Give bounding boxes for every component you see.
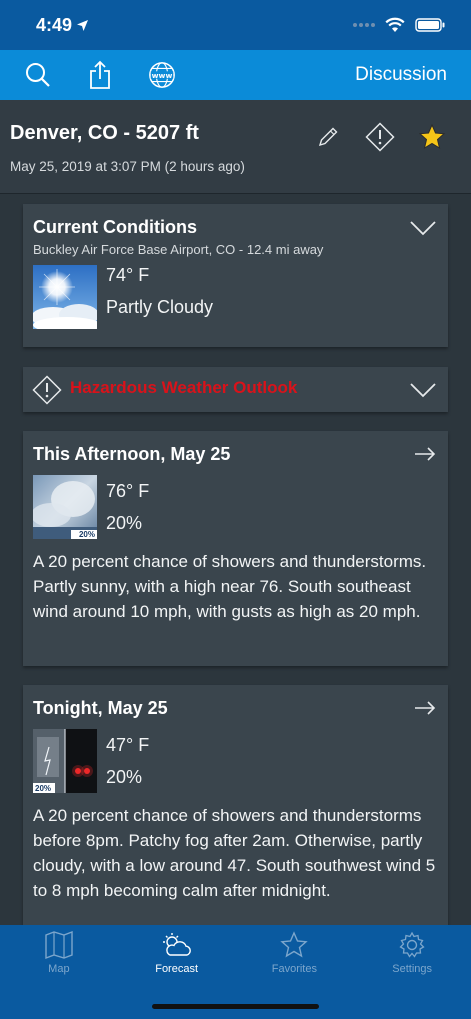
forecast-icon [162,933,191,956]
alerts-button[interactable] [365,122,395,152]
forecast-temperature: 47° F [106,735,150,755]
star-icon [280,931,309,958]
observation-station: Buckley Air Force Base Airport, CO - 12.… [33,242,324,257]
chevron-down-icon[interactable] [410,220,436,236]
forecast-weather-values: 47° F 20% [106,729,149,793]
svg-text:www: www [152,71,173,80]
tab-bar: Map Forecast Favorites Settings [0,925,471,981]
tab-label: Favorites [271,963,317,975]
battery-icon [415,18,445,32]
forecast-content[interactable]: Current Conditions Buckley Air Force Bas… [0,195,471,925]
discussion-button[interactable]: Discussion [355,64,457,86]
forecast-period-title: This Afternoon, May 25 [33,444,231,464]
forecast-weather-row: 20% 76° F 20% [33,475,438,539]
tab-settings[interactable]: Settings [353,925,471,981]
location-actions [313,122,447,152]
share-button[interactable] [86,60,114,89]
forecast-precip-chance: 20% [106,513,143,533]
tab-label: Settings [392,963,432,975]
map-icon [45,931,73,959]
location-updated-time: May 25, 2019 at 3:07 PM (2 hours ago) [10,159,245,174]
status-time-text: 4:49 [36,14,73,35]
forecast-period-title: Tonight, May 25 [33,698,168,718]
status-time: 4:49 [36,15,89,36]
website-button[interactable]: www [148,61,176,89]
forecast-precip-chance: 20% [106,767,143,787]
cellular-signal-icon [353,23,375,27]
globe-www-icon: www [149,62,175,88]
location-header: Denver, CO - 5207 ft May 25, 2019 at 3:0… [0,100,471,194]
search-icon [26,63,50,87]
search-button[interactable] [24,61,52,89]
current-conditions-card[interactable]: Current Conditions Buckley Air Force Bas… [23,204,448,347]
tab-map[interactable]: Map [0,925,118,981]
tab-label: Forecast [155,963,199,975]
current-weather-row: 74° F Partly Cloudy [33,265,438,329]
forecast-weather-values: 76° F 20% [106,475,149,539]
current-weather-values: 74° F Partly Cloudy [106,259,213,329]
forecast-card-tonight[interactable]: Tonight, May 25 20% 47° F 20% A 20 perce… [23,685,448,925]
night-fog-icon: 20% [33,729,97,793]
forecast-description: A 20 percent chance of showers and thund… [33,552,427,621]
precip-badge: 20% [35,784,52,793]
current-conditions-title: Current Conditions [33,217,197,237]
status-icons [353,17,445,33]
chevron-down-icon[interactable] [410,382,436,398]
forecast-weather-row: 20% 47° F 20% [33,729,438,793]
favorite-button[interactable] [417,122,447,152]
hazardous-weather-card[interactable]: Hazardous Weather Outlook [23,367,448,412]
home-indicator[interactable] [152,1004,319,1009]
partly-cloudy-icon [33,265,97,329]
precip-badge: 20% [78,530,95,539]
warning-diamond-icon [32,375,62,405]
wifi-icon [385,17,405,32]
current-condition: Partly Cloudy [106,297,214,317]
hazardous-weather-label: Hazardous Weather Outlook [70,378,298,397]
arrow-right-icon[interactable] [414,447,436,461]
thunderstorm-chance-icon: 20% [33,475,97,539]
home-indicator-area [0,981,471,1019]
edit-location-button[interactable] [313,122,343,152]
tab-forecast[interactable]: Forecast [118,925,236,981]
forecast-temperature: 76° F [106,481,150,501]
warning-diamond-icon [365,122,395,152]
tab-label: Map [48,963,70,975]
tab-favorites[interactable]: Favorites [236,925,354,981]
location-arrow-icon [77,19,89,31]
share-icon [90,60,110,89]
forecast-card-afternoon[interactable]: This Afternoon, May 25 20% 76° F 20% A 2… [23,431,448,666]
gear-icon [399,931,425,958]
status-bar: 4:49 [0,0,471,50]
current-temperature: 74° F [106,265,150,285]
arrow-right-icon[interactable] [414,701,436,715]
toolbar: www Discussion [0,50,471,100]
favorite-star-icon [418,123,446,150]
forecast-description: A 20 percent chance of showers and thund… [33,806,436,900]
pencil-icon [318,127,338,147]
